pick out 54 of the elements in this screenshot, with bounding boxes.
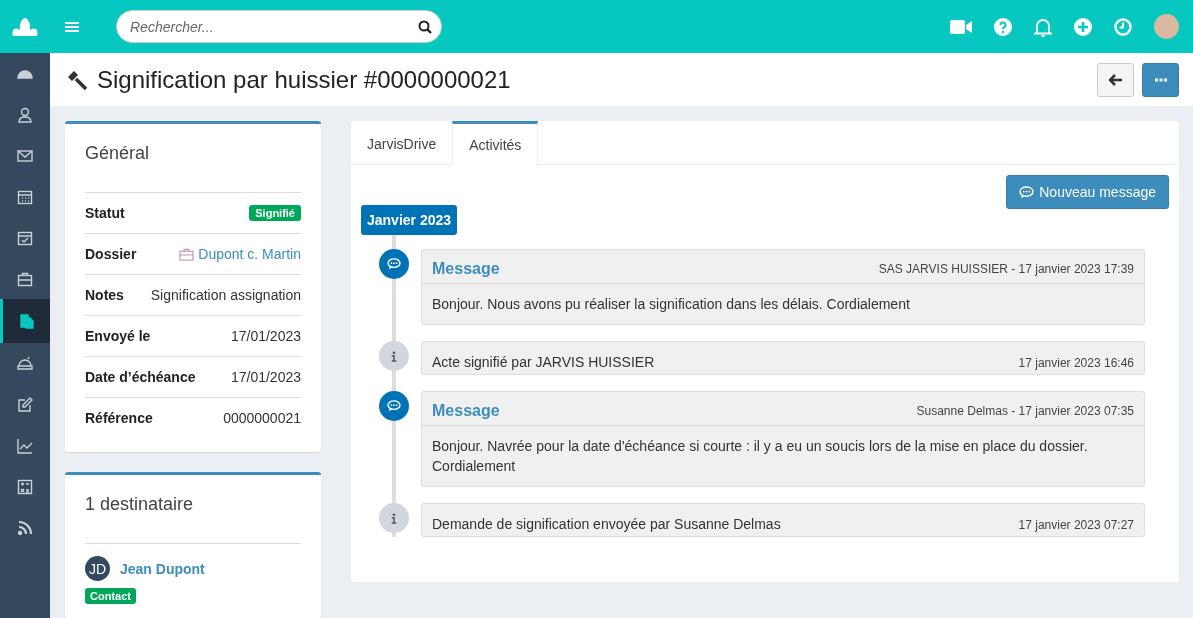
search-field[interactable]: Rechercher... [116, 10, 442, 43]
sidebar-item[interactable] [0, 299, 50, 343]
calculator-icon [17, 478, 33, 495]
event-time: 17 janvier 2023 07:27 [1018, 518, 1134, 532]
field-label: Statut [85, 205, 125, 221]
field-value: 17/01/2023 [230, 369, 301, 385]
tab[interactable]: JarvisDrive [351, 121, 453, 164]
event-text: Demande de signification envoyée par Susanne Delmas [432, 516, 781, 532]
documents-icon [18, 313, 35, 329]
message-title: Message [432, 260, 500, 278]
contacts-icon [17, 106, 33, 123]
field-label: Notes [85, 287, 124, 303]
field-label: Envoyé le [85, 328, 151, 344]
new-message-button[interactable]: Nouveau message [1006, 175, 1169, 209]
card-title: Général [85, 124, 301, 193]
month-label: Janvier 2023 [361, 205, 458, 235]
ellipsis-icon [1154, 77, 1167, 82]
calendar-icon [17, 188, 33, 205]
rss-icon [17, 519, 33, 536]
page-title: Signification par huissier #0000000021 [97, 65, 511, 94]
case-link[interactable]: Dupont c. Martin [179, 246, 301, 262]
card-title: 1 destinataire [85, 475, 301, 544]
field-value: 17/01/2023 [230, 328, 301, 344]
back-button[interactable] [1097, 62, 1134, 97]
contact-tag: Contact [85, 588, 136, 604]
more-button[interactable] [1142, 62, 1179, 97]
message-meta: Susanne Delmas - 17 janvier 2023 07:35 [916, 404, 1134, 418]
event-text: Acte signifié par JARVIS HUISSIER [432, 354, 655, 370]
arrow-left-icon [1108, 73, 1123, 86]
initials-avatar: JD [85, 556, 110, 581]
field-label: Date d’échéance [85, 369, 196, 385]
briefcase-icon [17, 270, 33, 287]
search-icon[interactable] [418, 20, 432, 34]
mail-icon [17, 147, 33, 164]
bell-icon [17, 355, 33, 372]
tab[interactable]: Activités [452, 121, 539, 165]
message-dot-icon [379, 391, 409, 421]
message-dot-icon [379, 249, 409, 279]
field-label: Dossier [85, 246, 137, 262]
field-value: 0000000021 [223, 410, 301, 426]
message-text: Bonjour. Navrée pour la date d'échéance si courte : il y a eu un soucis lors de la mise en place du dossier. Cordialement [431, 437, 1089, 476]
message-title: Message [432, 402, 500, 420]
recipient-link[interactable]: Jean Dupont [120, 560, 205, 577]
message-meta: SAS JARVIS HUISSIER - 17 janvier 2023 17:39 [878, 262, 1134, 276]
status-badge: Signifié [249, 205, 301, 221]
briefcase-icon [179, 247, 195, 261]
speech-bubble-icon [1019, 185, 1035, 199]
tasks-icon [17, 229, 33, 246]
event-time: 17 janvier 2023 16:46 [1018, 356, 1134, 370]
chart-icon [17, 437, 33, 454]
field-value: Signification assignation [150, 287, 301, 303]
message-text: Bonjour. Nous avons pu réaliser la signification dans les délais. Cordialement [431, 295, 911, 314]
edit-icon [17, 396, 33, 413]
field-label: Référence [85, 410, 153, 426]
